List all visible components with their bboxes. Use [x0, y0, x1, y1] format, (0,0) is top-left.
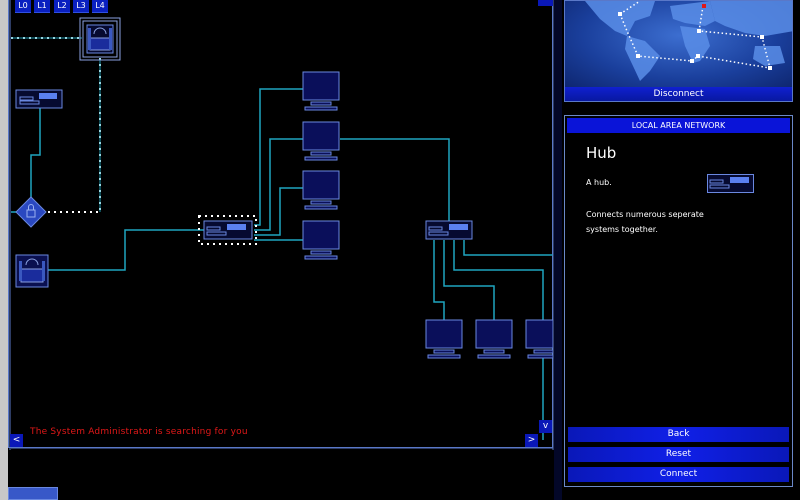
level-button-l1[interactable]: L1	[34, 0, 50, 13]
computer-node	[302, 220, 340, 260]
world-map	[565, 1, 792, 87]
scroll-up-button[interactable]	[538, 0, 553, 6]
firewall-lock-node	[15, 196, 47, 228]
hub-node	[425, 220, 473, 240]
status-message: The System Administrator is searching fo…	[30, 427, 248, 437]
server-node	[15, 254, 49, 288]
world-map-panel: Disconnect	[564, 0, 793, 102]
scroll-down-button[interactable]: v	[539, 420, 552, 433]
reset-button[interactable]: Reset	[568, 447, 789, 462]
connection-route-map	[585, 1, 792, 81]
info-panel: LOCAL AREA NETWORK Hub A hub. Connects n…	[564, 115, 793, 487]
hub-node-selected	[198, 215, 257, 245]
back-button[interactable]: Back	[568, 427, 789, 442]
level-button-l0[interactable]: L0	[15, 0, 31, 13]
level-button-l3[interactable]: L3	[73, 0, 89, 13]
node-title: Hub	[586, 144, 617, 162]
computer-node	[302, 121, 340, 161]
level-button-l2[interactable]: L2	[54, 0, 70, 13]
scroll-right-button[interactable]: >	[525, 434, 538, 447]
active-connection-path	[11, 37, 101, 213]
computer-node	[525, 319, 554, 359]
node-description: Connects numerous seperate systems toget…	[586, 210, 704, 234]
hub-icon	[707, 174, 755, 198]
disconnect-button[interactable]: Disconnect	[565, 87, 792, 101]
computer-node	[425, 319, 463, 359]
scroll-left-button[interactable]: <	[10, 434, 23, 447]
connect-button[interactable]: Connect	[568, 467, 789, 482]
level-button-l4[interactable]: L4	[92, 0, 108, 13]
taskbar-app-icon[interactable]	[8, 487, 58, 500]
switch-node	[15, 89, 63, 109]
info-panel-header: LOCAL AREA NETWORK	[567, 118, 790, 133]
target-location-marker	[702, 4, 706, 8]
router-node	[79, 17, 121, 61]
computer-node	[475, 319, 513, 359]
panel-divider	[554, 0, 562, 500]
computer-node	[302, 71, 340, 111]
node-subtitle: A hub.	[586, 178, 612, 187]
computer-node	[302, 170, 340, 210]
